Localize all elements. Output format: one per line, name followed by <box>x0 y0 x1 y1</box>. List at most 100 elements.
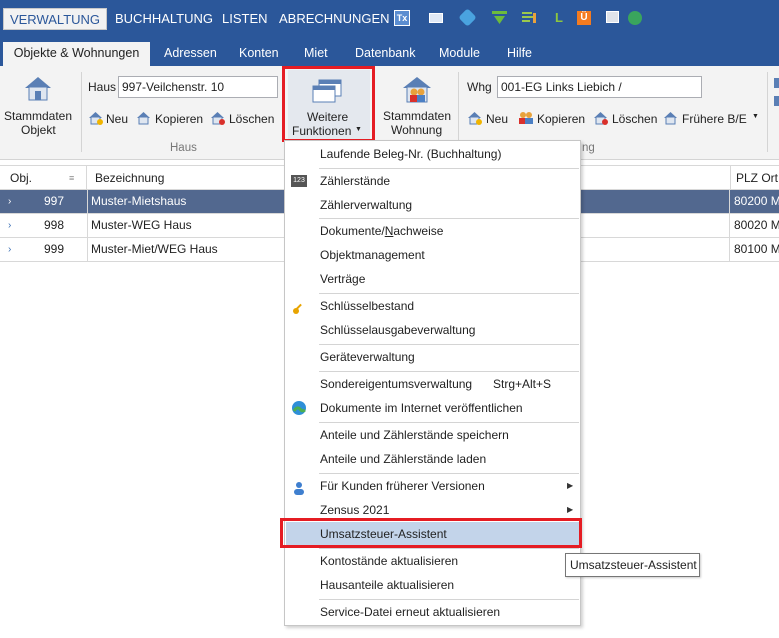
row-expand-icon[interactable]: › <box>8 214 11 237</box>
tab-konten[interactable]: Konten <box>239 42 279 66</box>
menu-item-schluesselausgabe[interactable]: Schlüsselausgabeverwaltung <box>286 318 579 342</box>
menu-item-objektmanagement[interactable]: Objektmanagement <box>286 243 579 267</box>
top-menu-bar: VERWALTUNG BUCHHALTUNG LISTEN ABRECHNUNG… <box>0 0 779 38</box>
list-icon[interactable] <box>522 11 537 25</box>
menu-item-label: Dokumente im Internet veröffentlichen <box>320 401 523 415</box>
delete-house-icon[interactable] <box>210 111 225 125</box>
tab-module[interactable]: Module <box>439 42 480 66</box>
menu-item-label: Service-Datei erneut aktualisieren <box>320 605 501 619</box>
group-haus-label: Haus <box>170 142 197 154</box>
whg-label: Whg <box>467 80 492 94</box>
loeschen-wohnung-button[interactable]: Löschen <box>612 112 657 126</box>
cell-bezeichnung: Muster-WEG Haus <box>91 218 192 232</box>
menu-item-label: Hausanteile aktualisieren <box>320 578 455 592</box>
ribbon-tabs: Objekte & Wohnungen Adressen Konten Miet… <box>0 38 779 66</box>
menu-item-zaehlerverwaltung[interactable]: Zählerverwaltung <box>286 193 579 217</box>
new-apartment-icon[interactable] <box>467 111 482 125</box>
menu-item-label: Zählerverwaltung <box>320 198 413 212</box>
mail-icon[interactable] <box>429 13 443 23</box>
divider <box>87 190 88 213</box>
copy-house-icon[interactable] <box>136 111 151 125</box>
fruehere-dropdown-icon[interactable]: ▼ <box>752 113 759 120</box>
download-icon[interactable] <box>492 11 507 25</box>
label-part: achweise <box>393 224 444 238</box>
menu-listen[interactable]: LISTEN <box>222 8 268 30</box>
menu-item-laufende-beleg-nr[interactable]: Laufende Beleg-Nr. (Buchhaltung) <box>286 142 579 166</box>
menu-item-vertraege[interactable]: Verträge <box>286 267 579 291</box>
fruehere-be-button[interactable]: Frühere B/E <box>682 112 747 126</box>
tab-datenbank[interactable]: Datenbank <box>355 42 415 66</box>
cell-plz-ort: 80100 Mü <box>734 242 779 256</box>
menu-abrechnungen[interactable]: ABRECHNUNGEN <box>279 8 390 30</box>
cell-plz-ort: 80020 Mü <box>734 218 779 232</box>
menu-item-label: Schlüsselausgabeverwaltung <box>320 323 476 337</box>
label-part: Dokumente/ <box>320 224 385 238</box>
row-expand-icon[interactable]: › <box>8 238 11 261</box>
delete-apartment-icon[interactable] <box>593 111 608 125</box>
menu-item-anteile-speichern[interactable]: Anteile und Zählerstände speichern <box>286 423 579 447</box>
menu-item-kontostaende-aktualisieren[interactable]: Kontostände aktualisieren <box>286 549 579 573</box>
menu-item-label: Anteile und Zählerstände speichern <box>320 428 509 442</box>
tag-icon[interactable] <box>458 8 477 27</box>
copy-icon[interactable] <box>606 11 619 23</box>
menu-item-label: Kontostände aktualisieren <box>320 554 459 568</box>
menu-item-dokumente-nachweise[interactable]: Dokumente/Nachweise <box>286 219 579 243</box>
column-header-obj[interactable]: Obj. ≡ <box>0 166 87 190</box>
kopieren-wohnung-button[interactable]: Kopieren <box>537 112 585 126</box>
menu-item-geraeteverwaltung[interactable]: Geräteverwaltung <box>286 345 579 369</box>
l-icon[interactable]: L <box>555 10 570 25</box>
people-house-icon[interactable] <box>400 74 434 104</box>
menu-item-sondereigentumsverwaltung[interactable]: Sondereigentumsverwaltung Strg+Alt+S <box>286 372 579 396</box>
menu-item-anteile-laden[interactable]: Anteile und Zählerstände laden <box>286 447 579 471</box>
divider <box>87 238 88 261</box>
new-house-icon[interactable] <box>88 111 103 125</box>
tab-hilfe[interactable]: Hilfe <box>507 42 532 66</box>
loeschen-button[interactable]: Löschen <box>229 112 274 126</box>
menu-item-label: Anteile und Zählerstände laden <box>320 452 487 466</box>
cell-obj: 999 <box>44 242 65 256</box>
menu-item-hausanteile-aktualisieren[interactable]: Hausanteile aktualisieren <box>286 573 579 597</box>
divider <box>729 190 730 213</box>
tx-icon[interactable]: Tx <box>394 10 410 26</box>
weitere-funktionen-menu: Laufende Beleg-Nr. (Buchhaltung) 123 Zähl… <box>284 140 581 626</box>
menu-item-internet-veroeffentlichen[interactable]: Dokumente im Internet veröffentlichen <box>286 396 579 420</box>
house-icon[interactable] <box>22 74 54 102</box>
neu-button[interactable]: Neu <box>106 112 128 126</box>
annotation-highlight-umsatzsteuer <box>280 518 582 548</box>
column-header-bezeichnung[interactable]: Bezeichnung <box>87 166 287 190</box>
menu-item-label: Sondereigentumsverwaltung <box>320 377 473 391</box>
more-icon[interactable] <box>774 96 779 106</box>
kopieren-button[interactable]: Kopieren <box>155 112 203 126</box>
stammdaten-wohnung-label-2[interactable]: Wohnung <box>391 123 442 137</box>
column-header-plz-ort[interactable]: PLZ Ort <box>730 166 779 190</box>
u-icon[interactable]: Ü <box>577 11 591 25</box>
row-expand-icon[interactable]: › <box>8 190 11 213</box>
menu-item-kunden-frueherer-versionen[interactable]: Für Kunden früherer Versionen ▶ <box>286 474 579 498</box>
menu-item-schluesselbestand[interactable]: Schlüsselbestand <box>286 294 579 318</box>
menu-item-label: Dokumente/Nachweise <box>320 219 443 243</box>
key-icon <box>292 299 306 314</box>
copy-people-icon[interactable] <box>518 111 533 125</box>
stammdaten-objekt-label-1[interactable]: Stammdaten <box>4 109 72 123</box>
tab-adressen[interactable]: Adressen <box>164 42 217 66</box>
divider <box>87 214 88 237</box>
menu-verwaltung[interactable]: VERWALTUNG <box>3 8 107 30</box>
globe-icon[interactable] <box>628 11 642 25</box>
menu-buchhaltung[interactable]: BUCHHALTUNG <box>115 8 213 30</box>
whg-input[interactable]: 001-EG Links Liebich / <box>497 76 702 98</box>
menu-item-service-datei[interactable]: Service-Datei erneut aktualisieren <box>286 600 579 624</box>
menu-item-zaehlerstaende[interactable]: 123 Zählerstände <box>286 169 579 193</box>
annotation-highlight-weitere <box>282 66 375 142</box>
menu-item-label: Für Kunden früherer Versionen <box>320 479 485 493</box>
cell-bezeichnung: Muster-Mietshaus <box>91 194 187 208</box>
haus-input[interactable]: 997-Veilchenstr. 10 <box>118 76 278 98</box>
stammdaten-wohnung-label-1[interactable]: Stammdaten <box>383 109 451 123</box>
stammdaten-objekt-label-2[interactable]: Objekt <box>21 123 56 137</box>
history-house-icon[interactable] <box>663 111 678 125</box>
neu-wohnung-button[interactable]: Neu <box>486 112 508 126</box>
more-icon[interactable] <box>774 78 779 88</box>
tab-miet[interactable]: Miet <box>304 42 328 66</box>
menu-item-label: Geräteverwaltung <box>320 350 415 364</box>
tab-objekte-wohnungen[interactable]: Objekte & Wohnungen <box>3 42 150 66</box>
cell-obj: 998 <box>44 218 65 232</box>
